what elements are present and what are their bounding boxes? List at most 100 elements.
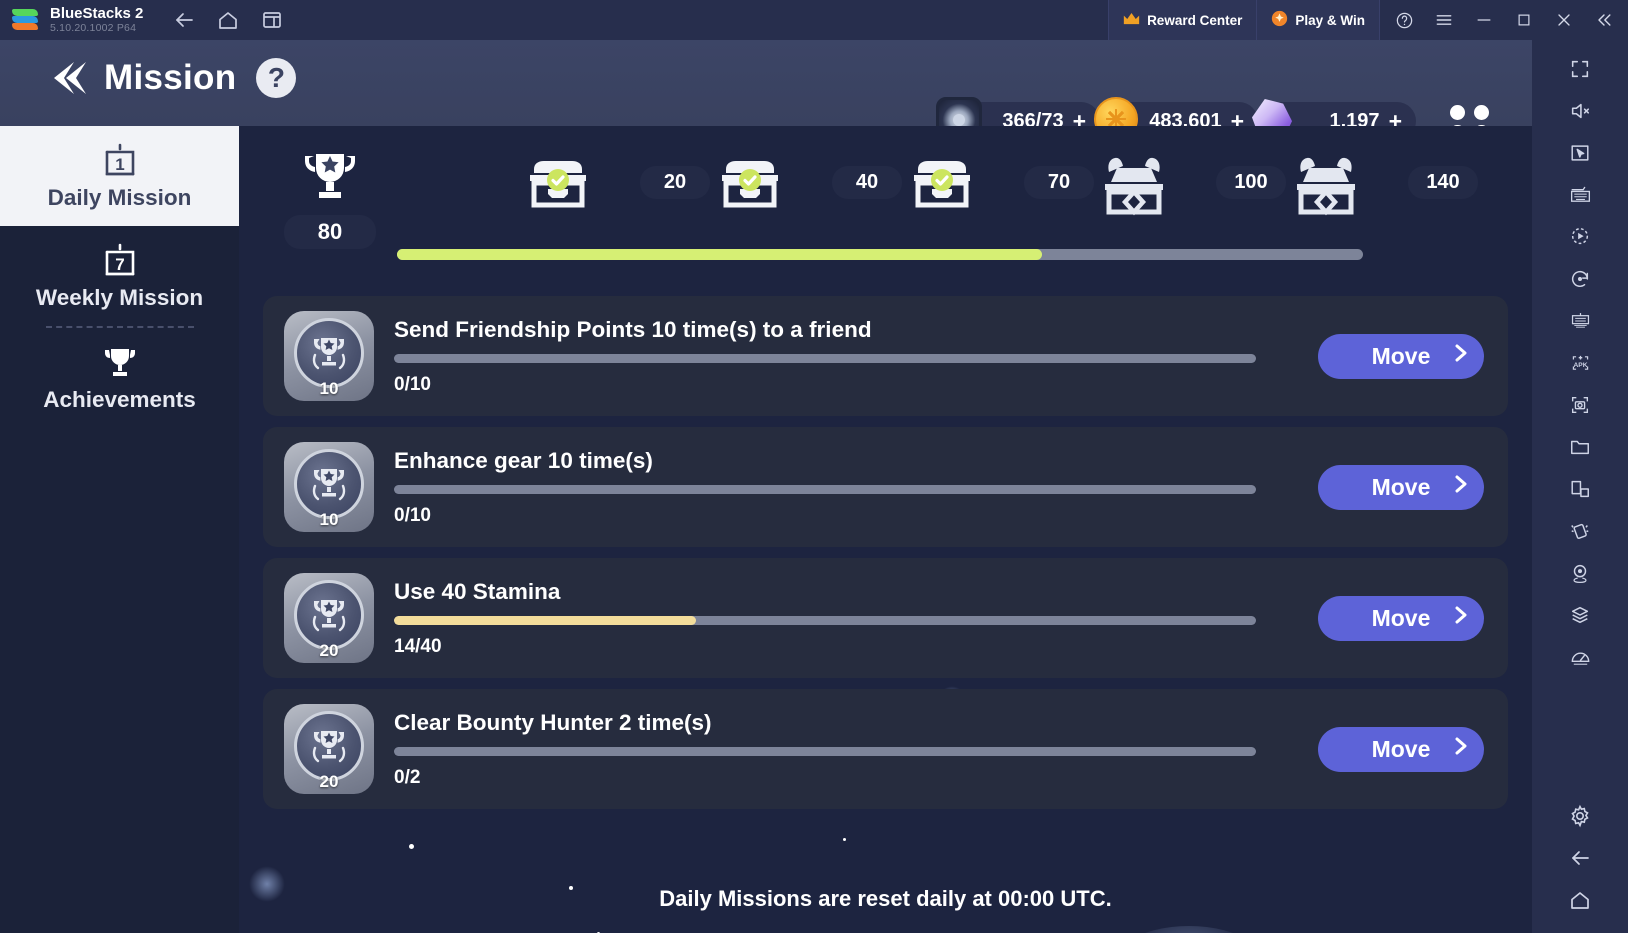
mute-icon[interactable]: [1558, 92, 1602, 130]
collapse-sidebar-icon[interactable]: [1586, 4, 1622, 36]
mission-progress-bar: [394, 353, 1256, 363]
settings-gear-icon[interactable]: [1558, 797, 1602, 835]
milestone-value-100: 100: [1216, 166, 1286, 199]
sidebar-item-weekly-mission[interactable]: 7 Weekly Mission: [0, 226, 239, 326]
apk-install-icon[interactable]: APK: [1558, 344, 1602, 382]
minimize-button[interactable]: [1466, 4, 1502, 36]
home-icon[interactable]: [1558, 881, 1602, 919]
layers-icon[interactable]: [1558, 596, 1602, 634]
mission-move-label: Move: [1371, 604, 1431, 631]
mission-header: Mission ? 366/73 + 483,601 + 1,197 +: [0, 40, 1532, 145]
multi-instance-icon[interactable]: [1558, 302, 1602, 340]
mission-help-icon[interactable]: ?: [256, 58, 297, 98]
mission-move-label: Move: [1371, 342, 1431, 369]
reward-center-button[interactable]: Reward Center: [1108, 0, 1257, 40]
mission-reward-value: 10: [319, 510, 339, 529]
table-row: 20 Clear Bounty Hunter 2 time(s) 0/2 Mov…: [263, 689, 1508, 809]
mission-list: 10 Send Friendship Points 10 time(s) to …: [263, 296, 1508, 820]
game-viewport: Mission ? 366/73 + 483,601 + 1,197 + 1 D…: [0, 40, 1532, 933]
reset-note: Daily Missions are reset daily at 00:00 …: [659, 886, 1112, 911]
milestone-value-70: 70: [1024, 166, 1094, 199]
resize-icon[interactable]: [1558, 470, 1602, 508]
svg-text:7: 7: [115, 255, 124, 274]
play-win-badge-icon: [1271, 10, 1288, 30]
shake-icon[interactable]: [1558, 512, 1602, 550]
reward-center-label: Reward Center: [1147, 12, 1243, 28]
play-and-win-button[interactable]: Play & Win: [1256, 0, 1380, 40]
crown-icon: [1123, 12, 1140, 29]
milestone-chest-40[interactable]: [704, 144, 796, 226]
mission-move-button[interactable]: Move: [1318, 726, 1484, 772]
screenshot-icon[interactable]: [1558, 386, 1602, 424]
sync-icon[interactable]: [1558, 260, 1602, 298]
milestone-track: 80 20 40 70 100 140: [239, 126, 1532, 268]
mission-progress-bar: [394, 746, 1256, 756]
menu-hamburger-icon[interactable]: [1426, 4, 1462, 36]
mission-trophy-icon: [294, 318, 364, 388]
milestone-value-140: 140: [1408, 166, 1478, 199]
mission-move-button[interactable]: Move: [1318, 595, 1484, 641]
mission-trophy-icon: [294, 711, 364, 781]
macro-play-icon[interactable]: [1558, 218, 1602, 256]
mission-reward-badge: 10: [284, 311, 374, 401]
performance-icon[interactable]: [1558, 638, 1602, 676]
table-row: 10 Send Friendship Points 10 time(s) to …: [263, 296, 1508, 416]
mission-progress-bar: [394, 484, 1256, 494]
chevron-right-icon: [1453, 472, 1470, 502]
trophy-icon: [284, 146, 376, 213]
sidebar-item-daily-mission[interactable]: 1 Daily Mission: [0, 126, 239, 226]
game-back-icon[interactable]: [46, 58, 90, 98]
milestone-chest-70[interactable]: [896, 144, 988, 226]
mission-progress-bar: [394, 615, 1256, 625]
table-row: 10 Enhance gear 10 time(s) 0/10 Move: [263, 427, 1508, 547]
location-icon[interactable]: [1558, 554, 1602, 592]
cursor-icon[interactable]: [1558, 134, 1602, 172]
sidebar-label-weekly-mission: Weekly Mission: [35, 285, 204, 310]
milestone-chest-100[interactable]: [1088, 144, 1180, 226]
multi-instance-icon[interactable]: [257, 5, 287, 35]
mission-trophy-icon: [294, 580, 364, 650]
fullscreen-icon[interactable]: [1558, 50, 1602, 88]
app-title: BlueStacks 2: [50, 5, 144, 22]
chevron-right-icon: [1453, 603, 1470, 633]
sidebar-label-achievements: Achievements: [43, 387, 196, 412]
mission-title: Clear Bounty Hunter 2 time(s): [394, 709, 712, 735]
bluestacks-logo-icon: [12, 9, 38, 31]
trophy-icon: [102, 343, 138, 383]
maximize-button[interactable]: [1506, 4, 1542, 36]
mission-move-label: Move: [1371, 473, 1431, 500]
home-icon[interactable]: [213, 5, 243, 35]
bluestacks-right-toolbar: APK: [1532, 40, 1628, 933]
svg-text:1: 1: [115, 155, 124, 174]
bluestacks-titlebar: BlueStacks 2 5.10.20.1002 P64 Reward Cen…: [0, 0, 1628, 40]
mission-progress-count: 14/40: [394, 635, 442, 657]
calendar-1-icon: 1: [102, 141, 138, 181]
keyboard-icon[interactable]: [1558, 176, 1602, 214]
folder-icon[interactable]: [1558, 428, 1602, 466]
mission-move-button[interactable]: Move: [1318, 333, 1484, 379]
back-arrow-icon[interactable]: [169, 5, 199, 35]
play-win-label: Play & Win: [1295, 12, 1365, 28]
calendar-7-icon: 7: [102, 241, 138, 281]
milestone-value-20: 20: [640, 166, 710, 199]
track-bar: [397, 249, 1363, 260]
mission-title: Use 40 Stamina: [394, 578, 561, 604]
mission-progress-count: 0/2: [394, 766, 421, 788]
mission-trophy-icon: [294, 449, 364, 519]
sidebar-item-achievements[interactable]: Achievements: [0, 328, 239, 428]
mission-reward-value: 10: [319, 379, 339, 398]
close-button[interactable]: [1546, 4, 1582, 36]
chevron-right-icon: [1453, 734, 1470, 764]
mission-progress-count: 0/10: [394, 373, 431, 395]
milestone-chest-140[interactable]: [1280, 144, 1372, 226]
mission-main-panel: 80 20 40 70 100 140 10 Send Friendship P…: [239, 126, 1532, 933]
help-icon[interactable]: [1386, 4, 1422, 36]
mission-progress-count: 0/10: [394, 504, 431, 526]
svg-text:APK: APK: [1573, 362, 1587, 369]
back-arrow-icon[interactable]: [1558, 839, 1602, 877]
milestone-chest-20[interactable]: [512, 144, 604, 226]
mission-move-button[interactable]: Move: [1318, 464, 1484, 510]
mission-reward-badge: 20: [284, 573, 374, 663]
app-version: 5.10.20.1002 P64: [50, 22, 137, 34]
mission-title: Send Friendship Points 10 time(s) to a f…: [394, 316, 872, 342]
